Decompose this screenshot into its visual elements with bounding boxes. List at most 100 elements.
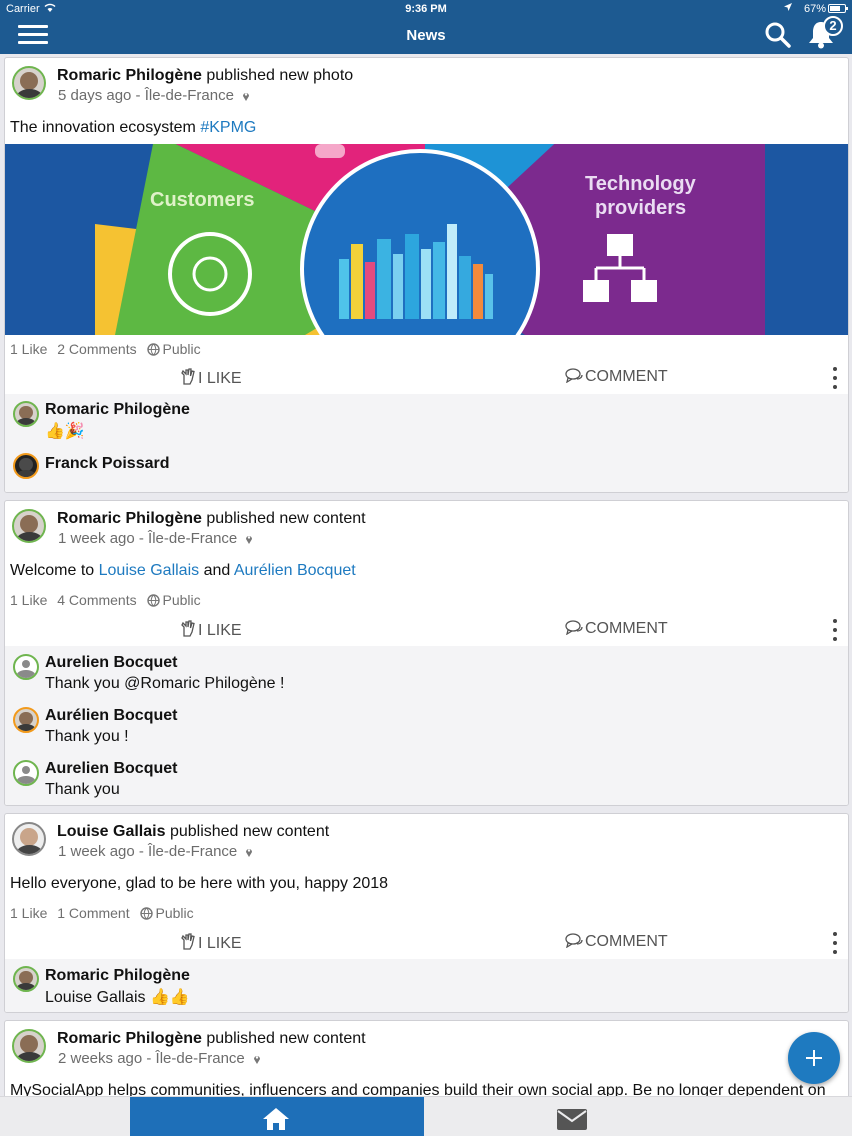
mention-link[interactable]: Louise Gallais: [99, 562, 200, 579]
hand-icon: [181, 933, 195, 950]
hand-icon: [181, 368, 195, 385]
like-label: I LIKE: [198, 935, 242, 952]
comment-label: COMMENT: [585, 368, 668, 385]
author-avatar[interactable]: [12, 509, 46, 543]
hand-icon: [181, 620, 195, 637]
comment-button[interactable]: COMMENT: [565, 933, 668, 951]
comment-count[interactable]: 4 Comments: [57, 592, 136, 608]
battery-percent: 67%: [803, 3, 826, 15]
post-meta: 1 week ago - Île-de-France: [58, 530, 253, 547]
author-avatar[interactable]: [12, 1029, 46, 1063]
location-pin-icon: [243, 93, 250, 101]
comment-list: Romaric Philogène Louise Gallais 👍👍: [5, 959, 848, 1012]
post-meta: 1 week ago - Île-de-France: [58, 843, 253, 860]
search-icon[interactable]: [764, 21, 792, 49]
more-options-icon[interactable]: [832, 619, 838, 641]
commenter-name[interactable]: Aurelien Bocquet: [45, 760, 177, 778]
comment-count[interactable]: 1 Comment: [57, 905, 129, 921]
comment-bubble-icon: [565, 368, 583, 384]
like-count[interactable]: 1 Like: [10, 341, 47, 357]
comment-label: COMMENT: [585, 620, 668, 637]
post-author-name[interactable]: Romaric Philogène: [57, 1030, 202, 1047]
like-count[interactable]: 1 Like: [10, 592, 47, 608]
more-options-icon[interactable]: [832, 932, 838, 954]
tab-messages[interactable]: [424, 1097, 718, 1136]
post-author-name[interactable]: Louise Gallais: [57, 823, 165, 840]
comment-bubble-icon: [565, 933, 583, 949]
commenter-avatar[interactable]: [13, 654, 39, 680]
comment-count[interactable]: 2 Comments: [57, 341, 136, 357]
post-action-text: published new content: [206, 510, 366, 527]
tab-home[interactable]: [130, 1097, 424, 1136]
post-photo[interactable]: Customers Technology providers: [5, 144, 848, 335]
more-options-icon[interactable]: [832, 367, 838, 389]
post-stats: 1 Like 4 Comments Public: [10, 592, 207, 608]
post-action-text: published new content: [169, 823, 330, 840]
globe-icon: [146, 343, 160, 356]
commenter-avatar[interactable]: [13, 760, 39, 786]
comment-text: Thank you @Romaric Philogène !: [45, 675, 285, 692]
envelope-icon: [557, 1109, 587, 1130]
post-time-location: 1 week ago - Île-de-France: [58, 843, 238, 860]
mention-link[interactable]: Aurélien Bocquet: [234, 562, 356, 579]
post-stats: 1 Like 1 Comment Public: [10, 905, 200, 921]
post-author-line: Romaric Philogène published new photo: [57, 67, 353, 85]
commenter-name[interactable]: Aurelien Bocquet: [45, 654, 177, 672]
author-avatar[interactable]: [12, 822, 46, 856]
post-text: The innovation ecosystem #KPMG: [10, 119, 256, 137]
visibility-label: Public: [162, 592, 201, 608]
commenter-name[interactable]: Franck Poissard: [45, 455, 170, 473]
commenter-name[interactable]: Romaric Philogène: [45, 967, 190, 985]
post-time-location: 5 days ago - Île-de-France: [58, 87, 234, 104]
like-label: I LIKE: [198, 370, 242, 387]
comment-label: COMMENT: [585, 933, 668, 950]
globe-icon: [146, 594, 160, 607]
post-action-text: published new photo: [206, 67, 354, 84]
post-card: Romaric Philogène published new content …: [4, 1020, 849, 1100]
comment-text: Louise Gallais 👍👍: [45, 989, 190, 1006]
bottom-tab-bar: [0, 1096, 852, 1136]
comment-button[interactable]: COMMENT: [565, 620, 668, 638]
post-time-location: 2 weeks ago - Île-de-France: [58, 1050, 245, 1067]
battery-icon: [828, 4, 848, 13]
commenter-avatar[interactable]: [13, 966, 39, 992]
hashtag-link[interactable]: #KPMG: [200, 119, 256, 136]
author-avatar[interactable]: [12, 66, 46, 100]
location-pin-icon: [246, 536, 253, 544]
like-button[interactable]: I LIKE: [180, 620, 242, 640]
commenter-avatar[interactable]: [13, 707, 39, 733]
location-arrow-icon: [784, 3, 792, 14]
commenter-avatar[interactable]: [13, 401, 39, 427]
comment-text: Thank you: [45, 781, 120, 798]
photo-label-providers: providers: [595, 197, 686, 219]
commenter-avatar[interactable]: [13, 453, 39, 479]
status-time: 9:36 PM: [405, 3, 447, 15]
comment-button[interactable]: COMMENT: [565, 368, 668, 386]
comment-text: Thank you !: [45, 728, 129, 745]
like-button[interactable]: I LIKE: [180, 368, 242, 388]
like-count[interactable]: 1 Like: [10, 905, 47, 921]
add-post-button[interactable]: [788, 1032, 840, 1084]
post-meta: 5 days ago - Île-de-France: [58, 87, 250, 104]
post-author-name[interactable]: Romaric Philogène: [57, 510, 202, 527]
post-card: Romaric Philogène published new content …: [4, 500, 849, 806]
post-author-line: Louise Gallais published new content: [57, 823, 329, 841]
post-body: Welcome to: [10, 562, 99, 579]
post-stats: 1 Like 2 Comments Public: [10, 341, 207, 357]
post-author-name[interactable]: Romaric Philogène: [57, 67, 202, 84]
globe-icon: [139, 907, 153, 920]
commenter-name[interactable]: Aurélien Bocquet: [45, 707, 177, 725]
comment-list: Romaric Philogène 👍🎉 Franck Poissard: [5, 394, 848, 492]
post-time-location: 1 week ago - Île-de-France: [58, 530, 238, 547]
top-navigation-bar: Carrier 9:36 PM 67% News 2: [0, 0, 852, 54]
notification-badge: 2: [823, 16, 843, 36]
location-pin-icon: [253, 1056, 260, 1064]
post-author-line: Romaric Philogène published new content: [57, 1030, 366, 1048]
visibility-label: Public: [155, 905, 194, 921]
page-title: News: [406, 27, 446, 44]
photo-label-customers: Customers: [150, 189, 254, 211]
like-button[interactable]: I LIKE: [180, 933, 242, 953]
like-label: I LIKE: [198, 622, 242, 639]
commenter-name[interactable]: Romaric Philogène: [45, 401, 190, 419]
post-meta: 2 weeks ago - Île-de-France: [58, 1050, 261, 1067]
